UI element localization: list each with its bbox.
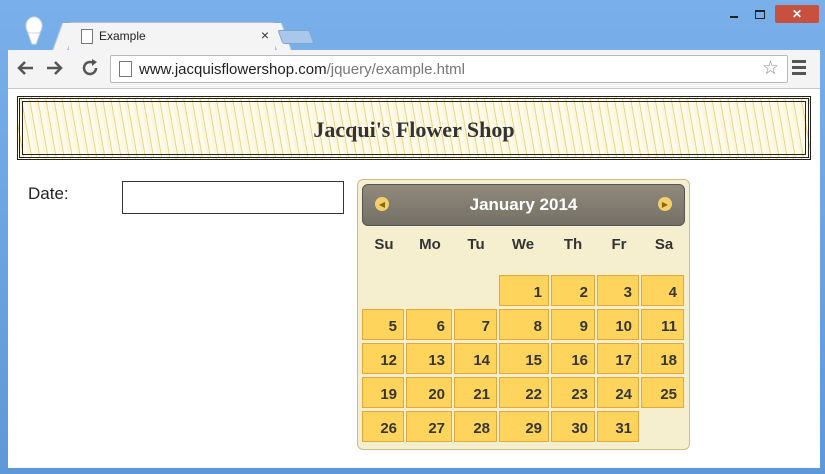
- day-cell[interactable]: 2: [551, 275, 595, 306]
- back-arrow-icon[interactable]: [16, 58, 36, 78]
- day-cell[interactable]: 5: [362, 309, 404, 340]
- datepicker: ◀ January 2014 ▶ Su Mo Tu We Th Fr Sa 12345678…: [357, 179, 690, 450]
- minimize-icon: [730, 16, 738, 18]
- page-icon: [81, 29, 93, 44]
- day-cell[interactable]: 13: [406, 343, 452, 374]
- new-tab-button[interactable]: [277, 30, 315, 44]
- forward-arrow-icon[interactable]: [44, 58, 64, 78]
- day-cell[interactable]: 6: [406, 309, 452, 340]
- day-cell[interactable]: 17: [597, 343, 639, 374]
- user-profile-icon[interactable]: [22, 16, 46, 46]
- browser-tab[interactable]: Example ×: [68, 22, 276, 51]
- day-cell[interactable]: 25: [641, 377, 684, 408]
- url-path: /jquery/example.html: [326, 61, 465, 78]
- next-month-icon[interactable]: ▶: [658, 197, 672, 211]
- close-window-button[interactable]: ✕: [775, 5, 819, 23]
- day-cell[interactable]: 30: [551, 411, 595, 442]
- day-cell[interactable]: 22: [499, 377, 549, 408]
- weekday-th: Th: [563, 236, 583, 253]
- url-host: www.jacquisflowershop.com: [139, 61, 327, 78]
- page-title: Jacqui's Flower Shop: [313, 117, 515, 142]
- browser-window: ✕ Example × www.jacquisflowershop.com/jq…: [0, 0, 825, 474]
- day-cell[interactable]: 18: [641, 343, 684, 374]
- day-cell[interactable]: 3: [597, 275, 639, 306]
- datepicker-month-title: January 2014: [469, 195, 578, 214]
- weekday-mo: Mo: [419, 236, 441, 253]
- url-text[interactable]: www.jacquisflowershop.com/jquery/example…: [139, 61, 465, 78]
- page-icon: [119, 61, 132, 77]
- day-cell[interactable]: 4: [641, 275, 684, 306]
- day-cell[interactable]: 10: [597, 309, 639, 340]
- menu-icon[interactable]: [792, 60, 806, 78]
- day-cell[interactable]: 19: [362, 377, 404, 408]
- day-cell[interactable]: 16: [551, 343, 595, 374]
- datepicker-header: ◀ January 2014 ▶: [362, 184, 685, 226]
- weekday-we: We: [511, 236, 535, 253]
- day-cell[interactable]: 23: [551, 377, 595, 408]
- day-cell[interactable]: 21: [454, 377, 497, 408]
- date-label: Date:: [28, 184, 69, 203]
- tab-title: Example: [99, 29, 146, 43]
- day-cell[interactable]: 15: [499, 343, 549, 374]
- day-cell[interactable]: 12: [362, 343, 404, 374]
- shop-banner: Jacqui's Flower Shop: [17, 96, 811, 160]
- minimize-button[interactable]: [724, 5, 744, 23]
- weekday-header-row: Su Mo Tu We Th Fr Sa: [362, 230, 685, 258]
- day-cell[interactable]: 20: [406, 377, 452, 408]
- reload-icon[interactable]: [80, 58, 100, 78]
- tab-close-icon[interactable]: ×: [261, 27, 269, 43]
- date-input[interactable]: [122, 181, 344, 214]
- maximize-icon: [755, 9, 765, 19]
- day-cell[interactable]: 29: [499, 411, 549, 442]
- close-icon: ✕: [791, 7, 803, 21]
- day-cell[interactable]: 31: [597, 411, 639, 442]
- weekday-su: Su: [374, 236, 394, 253]
- day-cell[interactable]: 27: [406, 411, 452, 442]
- day-cell[interactable]: 14: [454, 343, 497, 374]
- address-bar[interactable]: www.jacquisflowershop.com/jquery/example…: [110, 55, 788, 83]
- day-cell[interactable]: 8: [499, 309, 549, 340]
- page-content: Jacqui's Flower Shop Date: ◀ January 201…: [8, 89, 820, 468]
- day-cell[interactable]: 26: [362, 411, 404, 442]
- day-cell[interactable]: 9: [551, 309, 595, 340]
- day-cell[interactable]: 24: [597, 377, 639, 408]
- bookmark-star-icon[interactable]: ☆: [762, 57, 779, 80]
- browser-toolbar: www.jacquisflowershop.com/jquery/example…: [8, 50, 820, 89]
- weekday-sa: Sa: [654, 236, 674, 253]
- day-cell[interactable]: 11: [641, 309, 684, 340]
- day-cell[interactable]: 28: [454, 411, 497, 442]
- maximize-button[interactable]: [750, 5, 770, 23]
- day-cell[interactable]: 7: [454, 309, 497, 340]
- day-cell[interactable]: 1: [499, 275, 549, 306]
- weekday-fr: Fr: [611, 236, 627, 253]
- weekday-tu: Tu: [467, 236, 485, 253]
